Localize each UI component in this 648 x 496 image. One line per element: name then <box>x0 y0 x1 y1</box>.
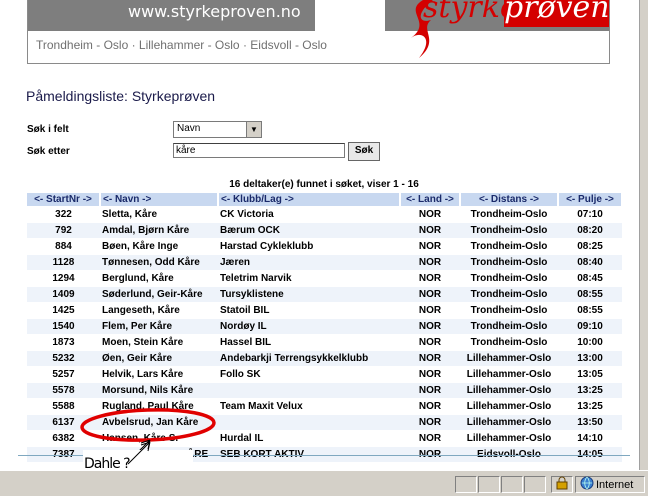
lock-icon <box>556 476 568 490</box>
zone-text: Internet <box>596 479 634 491</box>
globe-icon <box>580 476 594 490</box>
status-bar: Internet <box>0 470 648 496</box>
status-cell-3 <box>501 476 523 493</box>
annotation-arrow-overlay <box>127 441 151 465</box>
status-cell-1 <box>455 476 477 493</box>
status-cell-2 <box>478 476 500 493</box>
status-cell-4 <box>524 476 546 493</box>
annotation-layer <box>80 408 216 463</box>
